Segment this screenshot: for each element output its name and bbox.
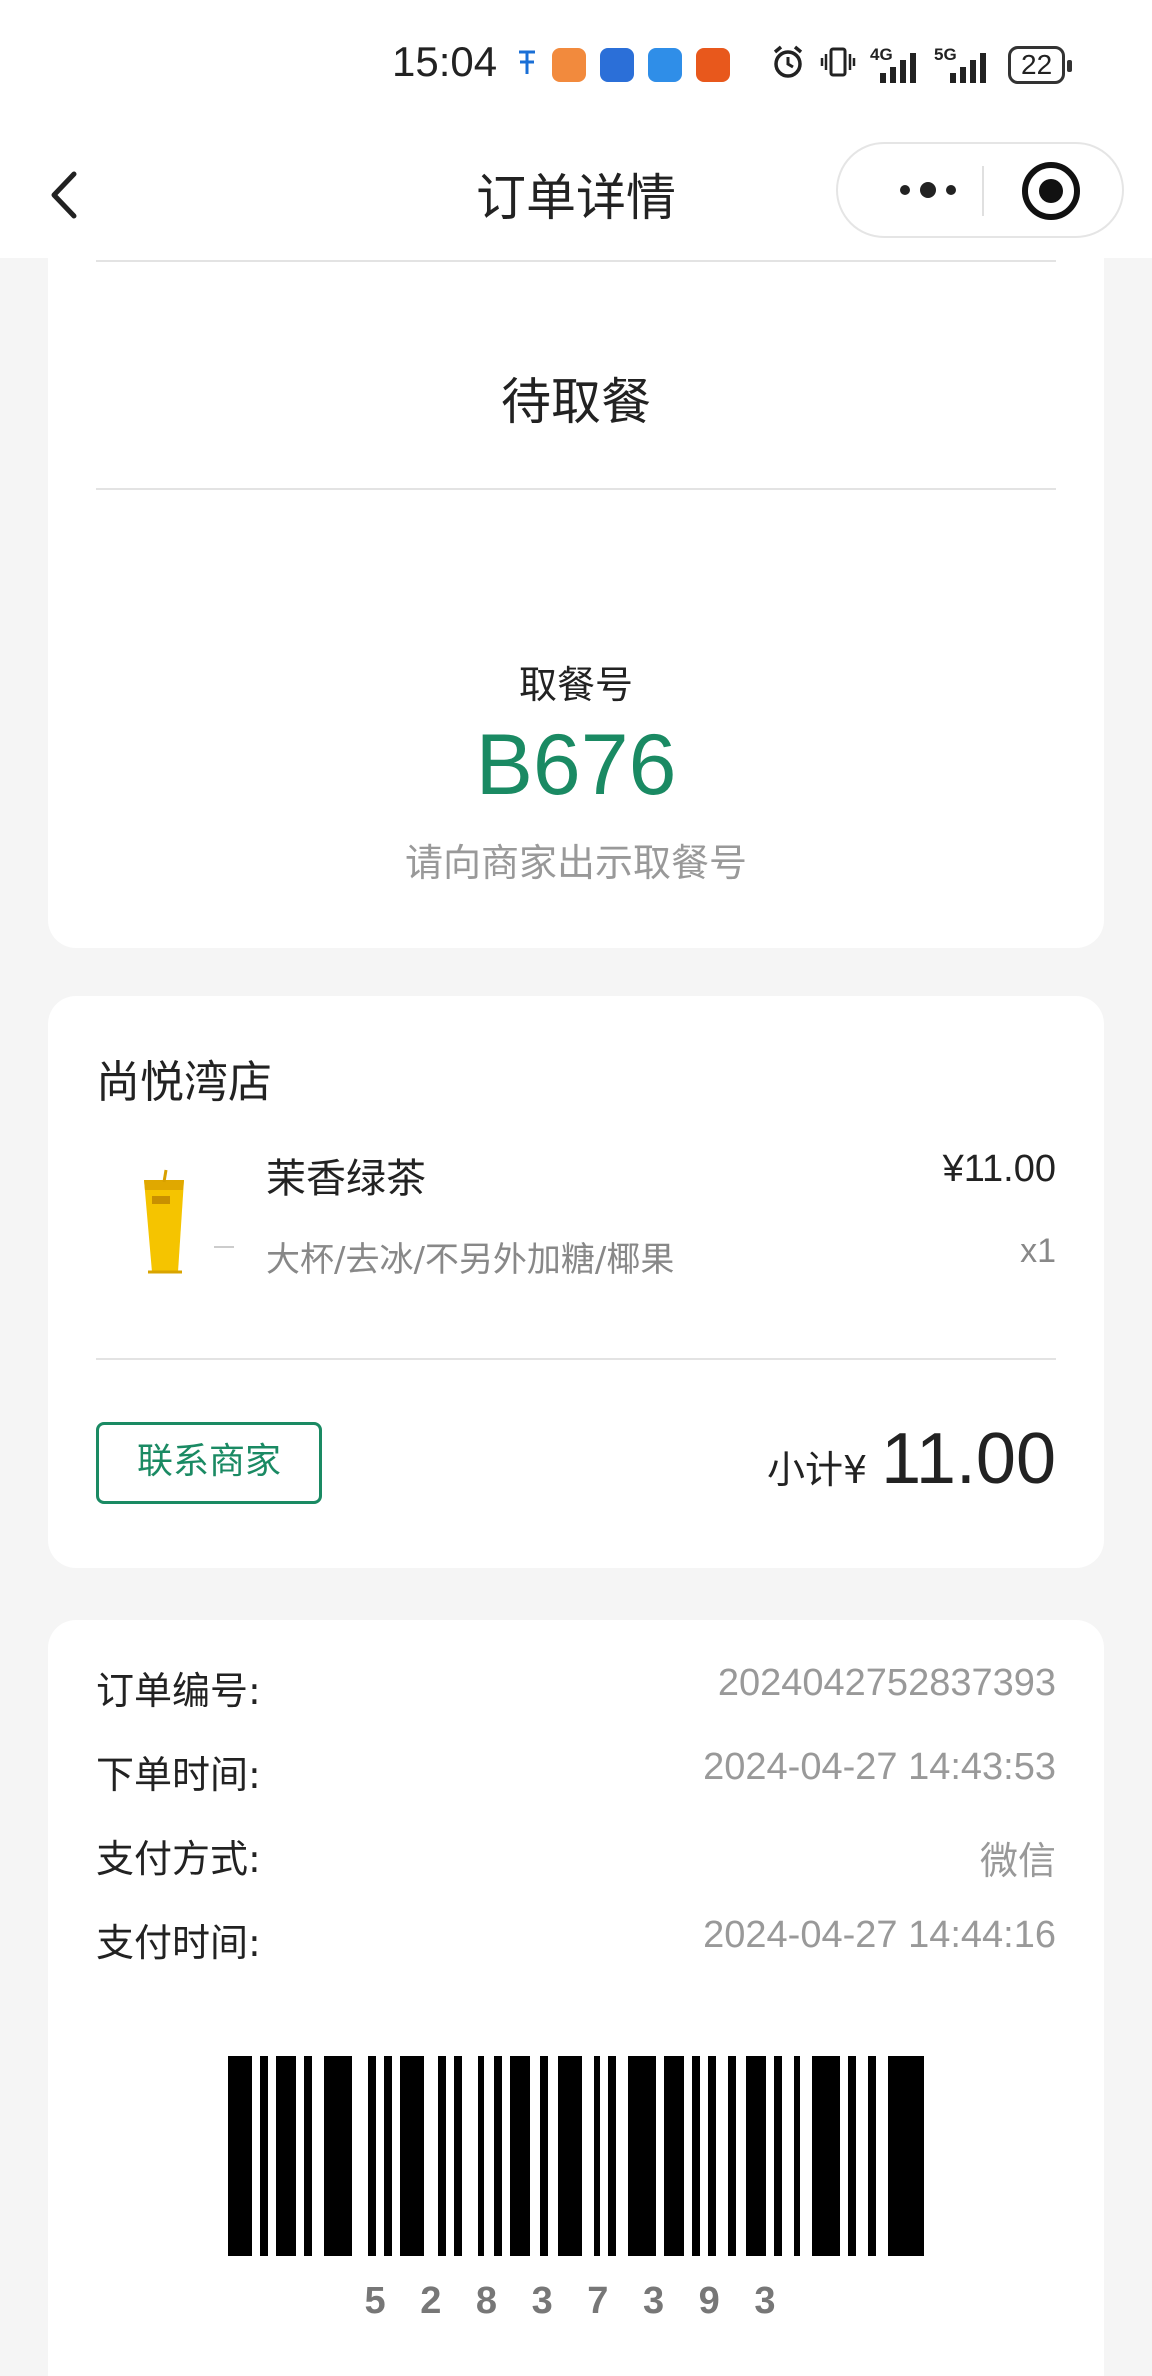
barcode-number: 5 2 8 3 7 3 9 3 [364, 2280, 788, 2322]
more-dot-icon [920, 182, 936, 198]
payment-method-value: 微信 [979, 1839, 1056, 1883]
divider [96, 488, 1056, 490]
info-label: 支付时间: [96, 1921, 261, 1965]
pickup-number: B676 [475, 717, 677, 813]
status-bar: 15:04 4G 5G 22 [0, 0, 1152, 132]
info-row-order-time: 下单时间: 2024-04-27 14:43:53 [96, 1744, 1056, 1804]
divider [96, 1358, 1056, 1360]
info-label: 下单时间: [96, 1753, 261, 1797]
product-image [140, 1168, 236, 1276]
status-app-icons [516, 48, 730, 82]
order-number-value: 2024042752837393 [717, 1662, 1056, 1704]
alarm-icon [770, 44, 806, 86]
capsule-divider [982, 166, 984, 216]
order-status-card: 待取餐 取餐号 B676 请向商家出示取餐号 [48, 240, 1104, 948]
order-status-text: 待取餐 [501, 373, 651, 431]
app-icon [552, 48, 586, 82]
notification-icon [516, 48, 538, 78]
more-button[interactable] [878, 144, 978, 236]
product-specs: 大杯/去冰/不另外加糖/椰果 [266, 1240, 675, 1280]
signal-5g-icon: 5G [934, 45, 994, 85]
battery-icon: 22 [1008, 46, 1073, 84]
status-time: 15:04 [392, 38, 498, 85]
product-quantity: x1 [1020, 1232, 1056, 1270]
contact-merchant-button[interactable]: 联系商家 [96, 1422, 322, 1504]
close-mini-program-button[interactable] [1022, 162, 1080, 220]
order-items-card: 尚悦湾店 茉香绿茶 ¥11.00 大杯/去冰/不另外加糖/椰果 x1 联系商家 … [48, 996, 1104, 1568]
signal-4g-icon: 4G [870, 45, 920, 85]
app-icon [696, 48, 730, 82]
info-label: 订单编号: [96, 1669, 261, 1713]
subtotal-amount: 11.00 [881, 1419, 1056, 1499]
store-name: 尚悦湾店 [96, 1057, 272, 1108]
barcode [228, 2056, 924, 2256]
vibrate-icon [820, 44, 856, 86]
product-name: 茉香绿茶 [266, 1156, 426, 1202]
app-icon [648, 48, 682, 82]
app-icon [600, 48, 634, 82]
order-time-value: 2024-04-27 14:43:53 [703, 1746, 1056, 1788]
pickup-label: 取餐号 [518, 663, 633, 707]
subtotal: 小计¥ 11.00 [767, 1418, 1056, 1500]
status-right: 4G 5G 22 [770, 44, 1073, 86]
subtotal-label: 小计¥ [766, 1448, 868, 1492]
divider [96, 260, 1056, 262]
info-row-payment-time: 支付时间: 2024-04-27 14:44:16 [96, 1912, 1056, 1972]
info-label: 支付方式: [96, 1837, 261, 1881]
mini-program-capsule [836, 142, 1124, 238]
more-dot-icon [900, 185, 910, 195]
info-row-order-number: 订单编号: 2024042752837393 [96, 1660, 1056, 1720]
battery-level: 22 [1021, 49, 1053, 80]
payment-time-value: 2024-04-27 14:44:16 [703, 1914, 1056, 1956]
product-price: ¥11.00 [942, 1148, 1056, 1190]
pickup-hint: 请向商家出示取餐号 [404, 841, 747, 885]
info-row-payment-method: 支付方式: 微信 [96, 1828, 1056, 1888]
order-info-card: 订单编号: 2024042752837393 下单时间: 2024-04-27 … [48, 1620, 1104, 2376]
more-dot-icon [946, 185, 956, 195]
